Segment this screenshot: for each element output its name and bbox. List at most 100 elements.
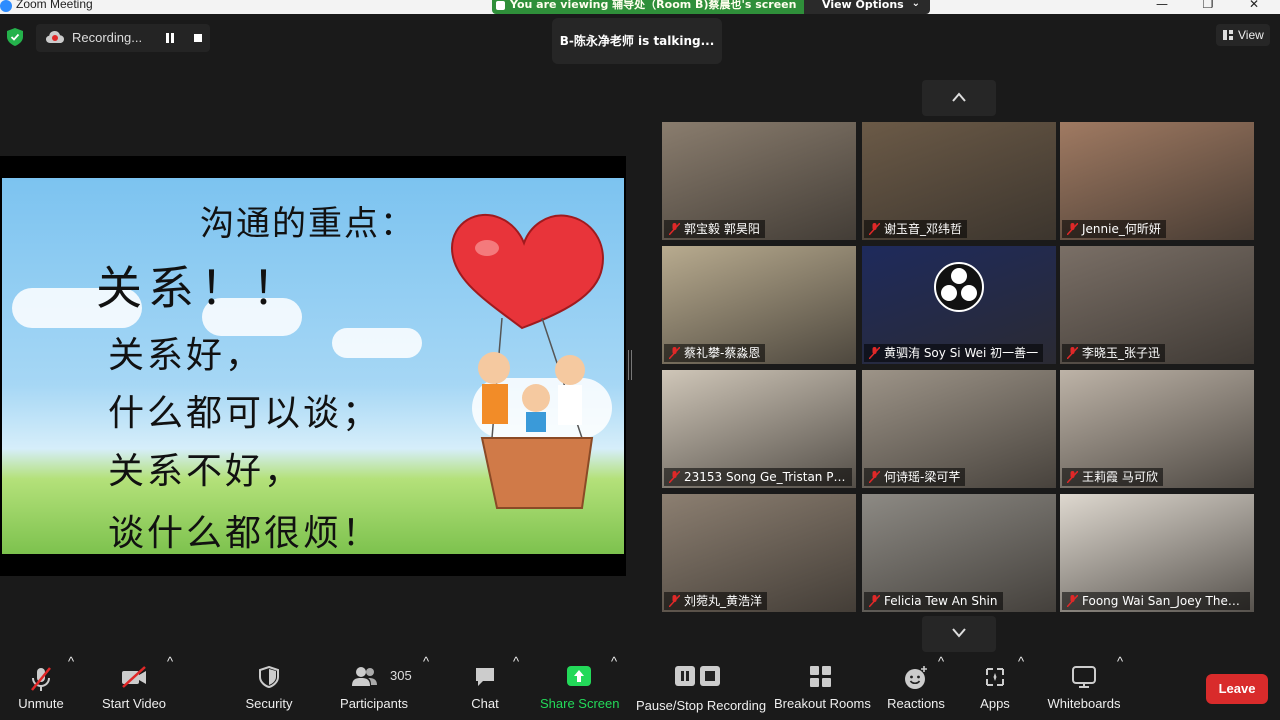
muted-mic-icon <box>869 471 880 483</box>
participant-name: 23153 Song Ge_Tristan Phan... <box>664 468 852 486</box>
stop-recording-icon[interactable] <box>190 30 206 46</box>
participant-name: Jennie_何昕妍 <box>1062 220 1166 238</box>
pause-stop-recording-button[interactable]: Pause/Stop Recording <box>636 654 767 720</box>
chevron-down-icon <box>952 628 966 638</box>
encryption-shield-icon[interactable] <box>7 28 23 46</box>
view-options-button[interactable]: View Options ⌄ <box>804 0 930 14</box>
chevron-down-icon: ⌄ <box>911 0 920 9</box>
reactions-button[interactable]: Reactions <box>886 654 946 720</box>
participant-name: 蔡礼攀-蔡淼恩 <box>664 344 766 362</box>
participant-name: 郭宝毅 郭昊阳 <box>664 220 765 238</box>
pause-recording-icon[interactable] <box>162 30 178 46</box>
participant-name: 刘菀丸_黄浩洋 <box>664 592 768 610</box>
reactions-options-caret[interactable]: ^ <box>938 654 944 669</box>
share-screen-label: Share Screen <box>540 696 620 711</box>
chevron-up-icon <box>952 92 966 102</box>
apps-options-caret[interactable]: ^ <box>1018 654 1024 669</box>
share-screen-icon <box>567 666 591 686</box>
security-button[interactable]: Security <box>240 654 298 720</box>
gallery-prev-button[interactable] <box>922 80 996 116</box>
zoom-app-icon <box>0 0 12 12</box>
meeting-toolbar: Unmute ^ Start Video ^ Security 305 Part… <box>0 654 1280 720</box>
whiteboard-icon <box>1072 666 1096 688</box>
reactions-label: Reactions <box>887 696 945 711</box>
recording-indicator: Recording... <box>36 24 210 52</box>
viewing-screen-banner: You are viewing 辅导处（Room B)蔡晨也's screen <box>492 0 804 14</box>
smiley-plus-icon <box>905 666 927 689</box>
slide-line-5: 谈什么都很烦！ <box>108 513 382 554</box>
whiteboards-options-caret[interactable]: ^ <box>1117 654 1123 669</box>
chat-options-caret[interactable]: ^ <box>513 654 519 669</box>
close-button[interactable]: ✕ <box>1234 0 1274 11</box>
participant-name: 谢玉音_邓纬哲 <box>864 220 968 238</box>
muted-microphone-icon <box>31 667 51 691</box>
muted-mic-icon <box>869 347 880 359</box>
participants-button[interactable]: 305 Participants <box>336 654 412 720</box>
participant-tile[interactable]: 何诗瑶-梁可芊 <box>862 370 1056 488</box>
apps-button[interactable]: Apps <box>970 654 1020 720</box>
chat-button[interactable]: Chat <box>460 654 510 720</box>
participant-tile[interactable]: Felicia Tew An Shin <box>862 494 1056 612</box>
participant-tile[interactable]: 刘菀丸_黄浩洋 <box>662 494 856 612</box>
participant-tile[interactable]: 蔡礼攀-蔡淼恩 <box>662 246 856 364</box>
participants-options-caret[interactable]: ^ <box>423 654 429 669</box>
start-video-button[interactable]: Start Video <box>98 654 170 720</box>
pause-stop-label: Pause/Stop Recording <box>636 698 767 713</box>
participants-label: Participants <box>340 696 408 711</box>
participant-tile[interactable]: 23153 Song Ge_Tristan Phan... <box>662 370 856 488</box>
recording-label: Recording... <box>72 30 143 45</box>
muted-mic-icon <box>869 595 880 607</box>
muted-mic-icon <box>669 347 680 359</box>
muted-mic-icon <box>669 595 680 607</box>
share-screen-button[interactable]: Share Screen <box>540 654 620 720</box>
split-divider-handle[interactable] <box>628 350 632 380</box>
view-button-label: View <box>1238 28 1264 42</box>
heart-balloon-illustration <box>450 213 604 509</box>
participant-tile[interactable]: 谢玉音_邓纬哲 <box>862 122 1056 240</box>
video-options-caret[interactable]: ^ <box>167 654 173 669</box>
apps-label: Apps <box>980 696 1010 711</box>
presentation-slide: 沟通的重点： 关系！！ 关系好， 什么都可以谈； 关系不好， 谈什么都很烦！ <box>2 178 624 554</box>
view-grid-icon <box>1223 30 1233 40</box>
leave-button[interactable]: Leave <box>1206 674 1268 704</box>
slide-line-2: 关系好， <box>108 335 265 376</box>
muted-mic-icon <box>1067 595 1078 607</box>
muted-mic-icon <box>869 223 880 235</box>
apps-icon <box>986 668 1004 686</box>
security-label: Security <box>245 696 293 711</box>
participant-name: 何诗瑶-梁可芊 <box>864 468 966 486</box>
screen-share-icon <box>496 1 505 10</box>
share-options-caret[interactable]: ^ <box>611 654 617 669</box>
muted-mic-icon <box>1067 223 1078 235</box>
participant-tile[interactable]: 李晓玉_张子迅 <box>1060 246 1254 364</box>
slide-line-3: 什么都可以谈； <box>108 393 382 434</box>
breakout-rooms-button[interactable]: Breakout Rooms <box>774 654 871 720</box>
pause-stop-icon <box>675 666 720 686</box>
muted-mic-icon <box>669 223 680 235</box>
view-options-label: View Options <box>822 0 904 11</box>
view-button[interactable]: View <box>1216 24 1270 46</box>
chat-bubble-icon <box>476 668 494 686</box>
breakout-rooms-label: Breakout Rooms <box>774 696 871 711</box>
participant-name: Foong Wai San_Joey Thean ... <box>1062 592 1250 610</box>
participant-name: 李晓玉_张子迅 <box>1062 344 1166 362</box>
maximize-button[interactable]: ❐ <box>1188 0 1228 11</box>
participant-tile[interactable]: 郭宝毅 郭昊阳 <box>662 122 856 240</box>
participant-tile[interactable]: 黄驷洧 Soy Si Wei 初一善一 <box>862 246 1056 364</box>
audio-options-caret[interactable]: ^ <box>68 654 74 669</box>
participant-name: 黄驷洧 Soy Si Wei 初一善一 <box>864 344 1044 362</box>
breakout-rooms-icon <box>810 666 831 687</box>
participant-tile[interactable]: Foong Wai San_Joey Thean ... <box>1060 494 1254 612</box>
participant-tile[interactable]: Jennie_何昕妍 <box>1060 122 1254 240</box>
gallery-next-button[interactable] <box>922 616 996 652</box>
participant-gallery: 郭宝毅 郭昊阳 谢玉音_邓纬哲 Jennie_何昕妍 蔡礼攀-蔡淼恩 黄驷洧 S… <box>662 122 1256 612</box>
active-speaker-label: B-陈永净老师 is talking... <box>552 18 722 64</box>
minimize-button[interactable]: — <box>1142 0 1182 11</box>
chat-label: Chat <box>471 696 499 711</box>
participant-name: 王莉霞 马可欣 <box>1062 468 1163 486</box>
whiteboards-button[interactable]: Whiteboards <box>1046 654 1122 720</box>
participants-icon <box>351 667 377 686</box>
participant-tile[interactable]: 王莉霞 马可欣 <box>1060 370 1254 488</box>
unmute-button[interactable]: Unmute <box>10 654 72 720</box>
muted-mic-icon <box>669 471 680 483</box>
